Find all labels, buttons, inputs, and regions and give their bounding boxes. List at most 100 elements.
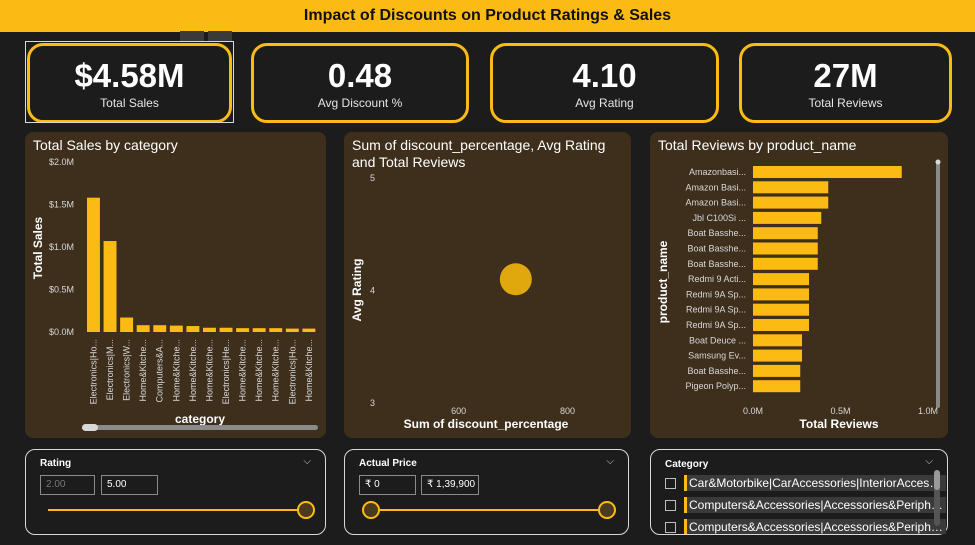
category-scrollbar[interactable]: [934, 470, 940, 526]
category-option-label: Computers&Accessories|Accessories&Periph…: [684, 519, 946, 534]
reviews-by-product-plot: Amazonbasi... Amazon Basi... Amazon Basi..…: [656, 159, 941, 431]
bar: [186, 326, 200, 332]
kpi-avg-discount[interactable]: 0.48 Avg Discount %: [251, 43, 469, 123]
rating-max-input[interactable]: 5.00: [101, 475, 158, 495]
y-tick-label: $1.0M: [49, 242, 74, 252]
x-tick-label: Home&Kitche...: [171, 339, 181, 402]
kpi-value: 4.10: [572, 57, 637, 94]
y-tick-label: Redmi 9A Sp...: [686, 289, 746, 299]
bar: [753, 227, 818, 240]
filter-icon[interactable]: [180, 31, 204, 41]
bar: [753, 334, 802, 347]
horizontal-scrollbar: [82, 425, 318, 430]
scrollbar-thumb: [82, 424, 98, 431]
y-tick-label: $0.0M: [49, 327, 74, 337]
chevron-down-icon[interactable]: ⌵: [925, 456, 933, 467]
slider-max-handle[interactable]: [297, 501, 315, 519]
slider-track[interactable]: [369, 509, 607, 511]
x-tick-label: 0.5M: [830, 406, 850, 416]
rating-min-input[interactable]: 2.00: [40, 475, 95, 495]
x-tick-label: Home&Kitche...: [238, 339, 248, 402]
vertical-scrollbar: [936, 162, 940, 408]
chevron-down-icon[interactable]: ⌵: [303, 456, 311, 467]
bar: [285, 328, 299, 332]
visual-header-icons: [180, 31, 232, 41]
price-slicer[interactable]: Actual Price ⌵ ₹ 0 ₹ 1,39,900: [344, 449, 629, 535]
category-option[interactable]: Computers&Accessories|Accessories&Periph…: [665, 519, 947, 534]
kpi-value: 27M: [813, 57, 878, 94]
chart-sales-by-category[interactable]: Total Sales by category $0.0M $0.5M $1.0M $…: [25, 132, 326, 438]
chart-discount-rating-scatter[interactable]: Sum of discount_percentage, Avg Rating a…: [344, 132, 631, 438]
bar: [753, 257, 818, 270]
bar: [753, 349, 802, 362]
slicer-title: Category: [665, 459, 709, 470]
bar: [87, 197, 100, 332]
y-axis-title: product_name: [656, 240, 670, 323]
y-tick-label: Redmi 9A Sp...: [686, 305, 746, 315]
y-tick-label: $0.5M: [49, 285, 74, 295]
bar: [236, 328, 250, 332]
bar: [203, 327, 216, 332]
category-option[interactable]: Car&Motorbike|CarAccessories|InteriorAcc…: [665, 475, 947, 491]
chart-reviews-by-product[interactable]: Total Reviews by product_name Amazonbasi…: [650, 132, 948, 438]
bar: [753, 380, 801, 393]
y-tick-label: Amazon Basi...: [685, 182, 746, 192]
category-option-label: Car&Motorbike|CarAccessories|InteriorAcc…: [684, 475, 946, 491]
scrollbar-thumb[interactable]: [934, 470, 940, 490]
sales-by-category-plot: $0.0M $0.5M $1.0M $1.5M $2.0M Total Sales Elec…: [31, 157, 318, 431]
x-axis-title: category: [175, 412, 225, 426]
x-tick-label: 600: [451, 406, 466, 416]
slicer-title: Actual Price: [359, 458, 417, 469]
x-tick-label: Computers&A...: [155, 339, 165, 403]
y-tick-label: 3: [370, 398, 375, 408]
slider-track[interactable]: [48, 509, 310, 511]
y-tick-label: Boat Basshe...: [687, 244, 746, 254]
category-option-label: Computers&Accessories|Accessories&Periph…: [684, 497, 946, 513]
checkbox[interactable]: [665, 522, 676, 533]
y-axis-title: Total Sales: [31, 216, 45, 279]
kpi-total-reviews[interactable]: 27M Total Reviews: [739, 43, 952, 123]
y-axis-title: Avg Rating: [350, 259, 364, 322]
bar: [753, 273, 809, 286]
scatter-point: [499, 263, 532, 296]
selection-outline: [25, 41, 234, 123]
rating-slicer[interactable]: Rating ⌵ 2.00 5.00: [25, 449, 326, 535]
category-slicer[interactable]: Category ⌵ Car&Motorbike|CarAccessories|…: [650, 449, 948, 535]
bar: [753, 181, 829, 194]
y-tick-label: Boat Basshe...: [687, 366, 746, 376]
bar: [136, 325, 150, 332]
chevron-down-icon[interactable]: ⌵: [606, 456, 614, 467]
bar: [269, 328, 283, 332]
kpi-value: 0.48: [327, 57, 393, 94]
y-tick-label: $2.0M: [49, 157, 74, 167]
y-tick-label: Jbl C100Si ...: [692, 213, 746, 223]
y-tick-label: Boat Basshe...: [687, 228, 746, 238]
y-tick-label: Redmi 9 Acti...: [688, 274, 746, 284]
bar: [753, 288, 809, 301]
y-tick-label: $1.5M: [49, 200, 74, 210]
x-tick-label: Home&Kitche...: [204, 339, 214, 402]
slider-min-handle[interactable]: [362, 501, 380, 519]
checkbox[interactable]: [665, 478, 676, 489]
x-tick-label: 0.0M: [743, 406, 763, 416]
price-min-input[interactable]: ₹ 0: [359, 475, 416, 495]
y-tick-label: Boat Basshe...: [687, 259, 746, 269]
category-option[interactable]: Computers&Accessories|Accessories&Periph…: [665, 497, 947, 513]
kpi-label: Avg Rating: [575, 96, 634, 110]
x-tick-label: Home&Kitche...: [271, 339, 281, 402]
bar: [753, 242, 818, 255]
x-axis-title: Sum of discount_percentage: [404, 417, 569, 431]
bar: [120, 317, 134, 332]
y-tick-label: 5: [370, 173, 375, 183]
price-max-input[interactable]: ₹ 1,39,900: [421, 475, 479, 495]
slider-max-handle[interactable]: [598, 501, 616, 519]
bar: [753, 166, 902, 178]
checkbox[interactable]: [665, 500, 676, 511]
y-tick-label: Amazonbasi...: [689, 167, 746, 177]
more-options-icon[interactable]: [208, 31, 232, 41]
x-tick-label: 1.0M: [918, 406, 938, 416]
kpi-avg-rating[interactable]: 4.10 Avg Rating: [490, 43, 719, 123]
x-tick-label: Electronics|M...: [105, 339, 115, 400]
x-tick-label: Electronics|He...: [221, 339, 231, 404]
x-tick-label: Home&Kitche...: [188, 339, 198, 402]
